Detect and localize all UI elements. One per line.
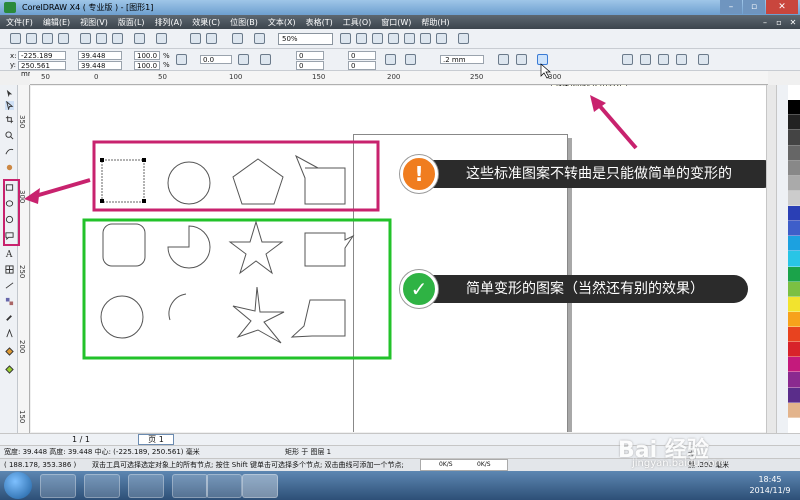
standard-shapes-highlight-box	[92, 140, 380, 212]
pointer-arrow-tooltip	[596, 102, 638, 150]
watermark-url: jingyan.baidu.com	[632, 458, 725, 469]
swatch-blue[interactable]	[788, 206, 800, 222]
taskbar-coreldraw-icon[interactable]	[242, 474, 278, 498]
color-palette[interactable]	[788, 85, 800, 433]
warning-icon: !	[400, 155, 438, 193]
callout-shape[interactable]	[295, 154, 346, 205]
swatch-green[interactable]	[788, 266, 800, 282]
callout-shape-right[interactable]	[304, 232, 355, 267]
start-button[interactable]	[4, 472, 32, 499]
taskbar-qq-icon[interactable]	[128, 474, 164, 498]
taskbar-folder-icon[interactable]	[172, 474, 208, 498]
taskbar-ie-icon[interactable]	[84, 474, 120, 498]
transformed-shapes-highlight-box	[82, 218, 392, 360]
swatch-yellow[interactable]	[788, 296, 800, 312]
tool-hint: 双击工具可选择选定对象上的所有节点; 按住 Shift 键单击可选择多个节点; …	[92, 461, 404, 469]
vertical-scrollbar[interactable]	[766, 85, 776, 433]
pie-shape[interactable]	[167, 225, 211, 269]
selected-rectangle[interactable]	[100, 158, 146, 203]
swatch-violet[interactable]	[788, 387, 800, 403]
docker-tabs[interactable]	[776, 85, 788, 433]
callout-shape-left[interactable]	[290, 299, 346, 338]
object-layer-info: 矩形 于 图层 1	[285, 448, 332, 456]
pointer-arrow-toolbox-head	[24, 188, 40, 204]
mouse-cursor-icon	[540, 63, 551, 79]
swatch-gray-60[interactable]	[788, 145, 800, 161]
rounded-rectangle-shape[interactable]	[102, 223, 146, 267]
swatch-purple[interactable]	[788, 372, 800, 388]
page-count: 1 / 1	[72, 435, 90, 444]
swatch-light-green[interactable]	[788, 281, 800, 297]
windows-taskbar	[0, 471, 800, 500]
deformed-star-shape[interactable]	[232, 286, 285, 344]
object-size-info: 宽度: 39.448 高度: 39.448 中心: (-225.189, 250…	[4, 448, 200, 456]
swatch-white[interactable]	[788, 417, 800, 433]
page-tab[interactable]: 页 1	[138, 434, 174, 445]
swatch-red[interactable]	[788, 342, 800, 358]
check-icon: ✓	[400, 270, 438, 308]
clock-date: 2014/11/9	[749, 486, 791, 495]
swatch-red-orange[interactable]	[788, 327, 800, 343]
swatch-none[interactable]	[788, 85, 800, 101]
circle-shape[interactable]	[100, 295, 144, 339]
swatch-black[interactable]	[788, 100, 800, 116]
swatch-tan[interactable]	[788, 402, 800, 418]
swatch-gray-10[interactable]	[788, 190, 800, 206]
upload-rate: 0K/S	[439, 461, 453, 468]
clock-time: 18:45	[758, 475, 782, 484]
swatch-dark[interactable]	[788, 115, 800, 131]
swatch-gray-80[interactable]	[788, 130, 800, 146]
cursor-coordinates: ( 188.178, 353.386 )	[4, 461, 77, 469]
network-speed-widget: 0K/S 0K/S	[420, 459, 508, 471]
swatch-gray-20[interactable]	[788, 175, 800, 191]
pentagon-shape[interactable]	[232, 158, 284, 205]
swatch-cyan[interactable]	[788, 236, 800, 252]
taskbar-app-icon[interactable]	[40, 474, 76, 498]
star-shape[interactable]	[228, 220, 284, 275]
swatch-magenta[interactable]	[788, 357, 800, 373]
warning-callout: 这些标准图案不转曲是只能做简单的变形的	[418, 160, 778, 188]
system-clock[interactable]: 18:45 2014/11/9	[744, 474, 796, 496]
swatch-cyan-2[interactable]	[788, 251, 800, 267]
drawing-overlay	[24, 63, 638, 360]
swatch-orange[interactable]	[788, 311, 800, 327]
pointer-arrow-toolbox	[31, 178, 91, 199]
success-callout: 简单变形的图案（当然还有别的效果）	[418, 275, 748, 303]
download-rate: 0K/S	[477, 461, 491, 468]
taskbar-explorer-icon[interactable]	[206, 474, 242, 498]
swatch-gray-40[interactable]	[788, 160, 800, 176]
swatch-blue-2[interactable]	[788, 221, 800, 237]
ellipse-shape[interactable]	[167, 161, 211, 205]
arc-shape[interactable]	[168, 293, 187, 321]
